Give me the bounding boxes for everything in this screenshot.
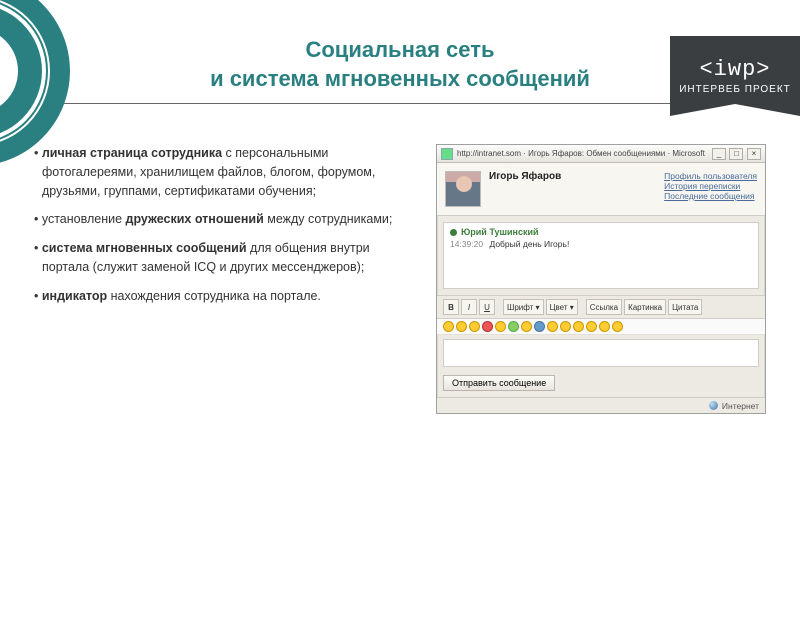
smile-icon[interactable] [612,321,623,332]
send-row: Отправить сообщение [437,371,765,397]
message-author: Юрий Тушинский [450,227,752,237]
history-link[interactable]: История переписки [664,181,757,191]
quote-button[interactable]: Цитата [668,299,702,315]
link-button[interactable]: Ссылка [586,299,622,315]
list-item: индикатор нахождения сотрудника на порта… [34,287,416,306]
smile-icon[interactable] [456,321,467,332]
message-text: Добрый день Игорь! [489,239,569,249]
message-list: Юрий Тушинский 14:39:20 Добрый день Игор… [443,222,759,289]
brand-badge: <iwp> ИНТЕРВЕБ ПРОЕКТ [670,36,800,116]
smile-icon[interactable] [508,321,519,332]
smile-icon[interactable] [443,321,454,332]
smile-icon[interactable] [534,321,545,332]
smile-icon[interactable] [599,321,610,332]
globe-icon [709,401,718,410]
message-time: 14:39:20 [450,239,483,249]
presence-icon [450,229,457,236]
list-item: установление дружеских отношений между с… [34,210,416,229]
smile-icon[interactable] [573,321,584,332]
bold-button[interactable]: B [443,299,459,315]
message-input[interactable] [443,339,759,367]
window-titlebar: http://intranet.som · Игорь Яфаров: Обме… [437,145,765,163]
decorative-circle [0,0,70,166]
profile-name-block: Игорь Яфаров [489,171,561,207]
smile-icon[interactable] [547,321,558,332]
smile-icon[interactable] [586,321,597,332]
underline-button[interactable]: U [479,299,495,315]
list-item: личная страница сотрудника с персональны… [34,144,416,200]
smile-icon[interactable] [560,321,571,332]
favicon-icon [441,148,453,160]
profile-link[interactable]: Профиль пользователя [664,171,757,181]
send-button[interactable]: Отправить сообщение [443,375,555,391]
profile-links: Профиль пользователя История переписки П… [664,171,757,207]
smile-icon[interactable] [521,321,532,332]
status-text: Интернет [722,401,759,411]
message-line: 14:39:20 Добрый день Игорь! [450,239,752,249]
recent-link[interactable]: Последние сообщения [664,191,757,201]
color-select[interactable]: Цвет ▾ [546,299,578,315]
bullet-list: личная страница сотрудника с персональны… [34,144,416,414]
messenger-screenshot: http://intranet.som · Игорь Яфаров: Обме… [436,144,766,414]
smile-icon[interactable] [495,321,506,332]
statusbar: Интернет [437,397,765,413]
font-select[interactable]: Шрифт ▾ [503,299,544,315]
emoji-row [437,319,765,335]
smile-icon[interactable] [482,321,493,332]
image-button[interactable]: Картинка [624,299,666,315]
minimize-button[interactable]: _ [712,148,726,160]
italic-button[interactable]: I [461,299,477,315]
title-rule [64,103,736,104]
content-row: личная страница сотрудника с персональны… [0,144,800,414]
editor-toolbar: B I U Шрифт ▾ Цвет ▾ Ссылка Картинка Цит… [437,295,765,319]
window-title: http://intranet.som · Игорь Яфаров: Обме… [457,149,707,158]
window-buttons: _ □ × [711,148,761,160]
maximize-button[interactable]: □ [729,148,743,160]
badge-line2: ИНТЕРВЕБ ПРОЕКТ [679,84,791,95]
smile-icon[interactable] [469,321,480,332]
profile-header: Игорь Яфаров Профиль пользователя Истори… [437,163,765,216]
avatar [445,171,481,207]
badge-line1: <iwp> [699,57,770,82]
profile-name: Игорь Яфаров [489,171,561,182]
list-item: система мгновенных сообщений для общения… [34,239,416,277]
close-button[interactable]: × [747,148,761,160]
